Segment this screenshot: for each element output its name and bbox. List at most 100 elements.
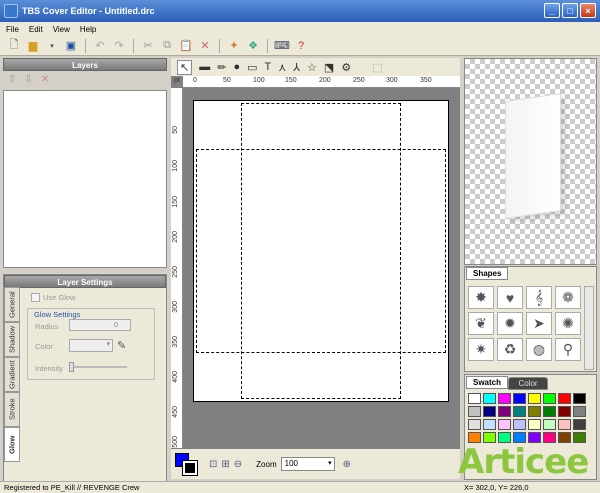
intensity-slider-thumb[interactable] xyxy=(69,362,74,372)
swatch-color[interactable] xyxy=(513,419,526,430)
ruler-v-tick: 450 xyxy=(172,406,179,418)
sunburst-shape-icon[interactable]: ✺ xyxy=(555,312,581,335)
cut-icon[interactable]: ✂ xyxy=(140,38,156,54)
paste-icon[interactable]: 📋 xyxy=(178,38,194,54)
starburst-shape-icon[interactable]: ✷ xyxy=(468,338,494,361)
magnifier-shape-icon[interactable]: ⚲ xyxy=(555,338,581,361)
rectangle-tool-icon[interactable]: ▭ xyxy=(247,61,257,74)
swatch-color[interactable] xyxy=(528,419,541,430)
zoom-100-icon[interactable]: ⊡ xyxy=(209,459,217,470)
open-dropdown-icon[interactable]: ▾ xyxy=(44,38,60,54)
tab-stroke[interactable]: Stroke xyxy=(4,392,20,427)
use-glow-label: Use Glow xyxy=(43,293,76,302)
swatch-color[interactable] xyxy=(558,393,571,404)
swatch-color[interactable] xyxy=(483,406,496,417)
redo-icon[interactable]: ↷ xyxy=(111,38,127,54)
paw-shape-icon[interactable]: ❁ xyxy=(555,286,581,309)
save-icon[interactable]: ▣ xyxy=(63,38,79,54)
star-tool-icon[interactable]: ☆ xyxy=(307,61,317,74)
image-tool-icon[interactable]: ▬ xyxy=(199,61,210,73)
swatch-color[interactable] xyxy=(558,406,571,417)
tab-swatch[interactable]: Swatch xyxy=(466,376,509,389)
intensity-slider[interactable] xyxy=(69,362,127,372)
swatch-color[interactable] xyxy=(573,406,586,417)
layer-up-icon[interactable]: ⇧ xyxy=(8,74,16,85)
swatch-color[interactable] xyxy=(558,419,571,430)
swatch-color[interactable] xyxy=(483,419,496,430)
delete-icon[interactable]: ✕ xyxy=(197,38,213,54)
effects-icon[interactable]: ✦ xyxy=(226,38,242,54)
path-tool-icon[interactable]: ⋏ xyxy=(278,61,286,74)
stamp-tool-icon[interactable]: ⚙ xyxy=(341,61,351,74)
tab-gradient[interactable]: Gradient xyxy=(4,357,20,392)
swatch-color[interactable] xyxy=(528,406,541,417)
leaf-shape-icon[interactable]: ❦ xyxy=(468,312,494,335)
arrow-cursor-shape-icon[interactable]: ➤ xyxy=(526,312,552,335)
ellipse-tool-icon[interactable]: ● xyxy=(233,61,240,73)
maximize-button[interactable]: □ xyxy=(562,3,578,18)
radius-field[interactable]: 0 xyxy=(69,319,131,331)
layers-list[interactable] xyxy=(3,90,167,268)
copy-icon[interactable]: ⧉ xyxy=(159,38,175,54)
splat-shape-icon[interactable]: ✸ xyxy=(468,286,494,309)
keyboard-icon[interactable]: ⌨ xyxy=(274,38,290,54)
use-glow-checkbox[interactable] xyxy=(31,293,40,302)
zoom-select[interactable]: 100 ▾ xyxy=(280,457,335,471)
tab-shadow[interactable]: Shadow xyxy=(4,322,20,357)
tab-glow[interactable]: Glow xyxy=(4,427,20,462)
swatch-color[interactable] xyxy=(573,419,586,430)
recycle-shape-icon[interactable]: ♻ xyxy=(497,338,523,361)
zoom-in-icon[interactable]: ⊕ xyxy=(343,459,351,470)
ruler-h-tick: 300 xyxy=(386,77,398,84)
swatch-color[interactable] xyxy=(468,419,481,430)
fit-tool-icon[interactable]: ⬚ xyxy=(372,61,382,74)
bezier-tool-icon[interactable]: ⅄ xyxy=(293,61,300,74)
tab-color[interactable]: Color xyxy=(508,377,548,390)
new-file-icon[interactable]: 🗋 xyxy=(6,38,22,54)
heart-shape-icon[interactable]: ♥ xyxy=(497,286,523,309)
swatch-color[interactable] xyxy=(498,419,511,430)
menu-file[interactable]: File xyxy=(6,25,19,34)
tab-general[interactable]: General xyxy=(4,287,20,322)
swatch-color[interactable] xyxy=(543,406,556,417)
pointer-tool-icon[interactable]: ↖ xyxy=(177,59,193,75)
swatch-color[interactable] xyxy=(528,393,541,404)
swatch-color[interactable] xyxy=(498,393,511,404)
treble-clef-shape-icon[interactable]: 𝄞 xyxy=(526,286,552,309)
swatch-color[interactable] xyxy=(513,406,526,417)
plugins-icon[interactable]: ❖ xyxy=(245,38,261,54)
swatch-color[interactable] xyxy=(483,393,496,404)
swatch-color[interactable] xyxy=(468,406,481,417)
close-button[interactable]: × xyxy=(580,3,596,18)
minimize-button[interactable]: _ xyxy=(544,3,560,18)
zoom-fit-icon[interactable]: ⊞ xyxy=(221,459,229,470)
shapes-scrollbar[interactable] xyxy=(584,286,594,370)
menu-view[interactable]: View xyxy=(53,25,70,34)
swatch-color[interactable] xyxy=(468,393,481,404)
menu-edit[interactable]: Edit xyxy=(29,25,43,34)
text-tool-icon[interactable]: T xyxy=(265,61,272,73)
swatch-color[interactable] xyxy=(498,406,511,417)
layer-delete-icon[interactable]: ✕ xyxy=(41,74,49,85)
swatch-color[interactable] xyxy=(513,393,526,404)
open-folder-icon[interactable]: ▆ xyxy=(25,38,41,54)
background-color[interactable] xyxy=(182,460,198,476)
menu-help[interactable]: Help xyxy=(80,25,96,34)
eyedropper-icon[interactable]: ✎ xyxy=(117,339,126,352)
swatch-color[interactable] xyxy=(543,419,556,430)
help-icon[interactable]: ? xyxy=(293,38,309,54)
globe-shape-icon[interactable]: ◍ xyxy=(526,338,552,361)
layer-down-icon[interactable]: ⇩ xyxy=(24,74,32,85)
zoom-out-icon[interactable]: ⊖ xyxy=(234,459,242,470)
color-picker[interactable] xyxy=(175,453,198,476)
swatch-color[interactable] xyxy=(543,393,556,404)
undo-icon[interactable]: ↶ xyxy=(92,38,108,54)
layers-header: Layers xyxy=(3,58,167,71)
color-dropdown[interactable]: ▾ xyxy=(69,339,113,352)
burst-shape-icon[interactable]: ✹ xyxy=(497,312,523,335)
tab-shapes[interactable]: Shapes xyxy=(466,267,509,280)
transform-tool-icon[interactable]: ⬔ xyxy=(324,61,334,74)
pencil-tool-icon[interactable]: ✏ xyxy=(217,61,226,74)
swatch-color[interactable] xyxy=(573,393,586,404)
cover-page[interactable] xyxy=(193,100,449,402)
